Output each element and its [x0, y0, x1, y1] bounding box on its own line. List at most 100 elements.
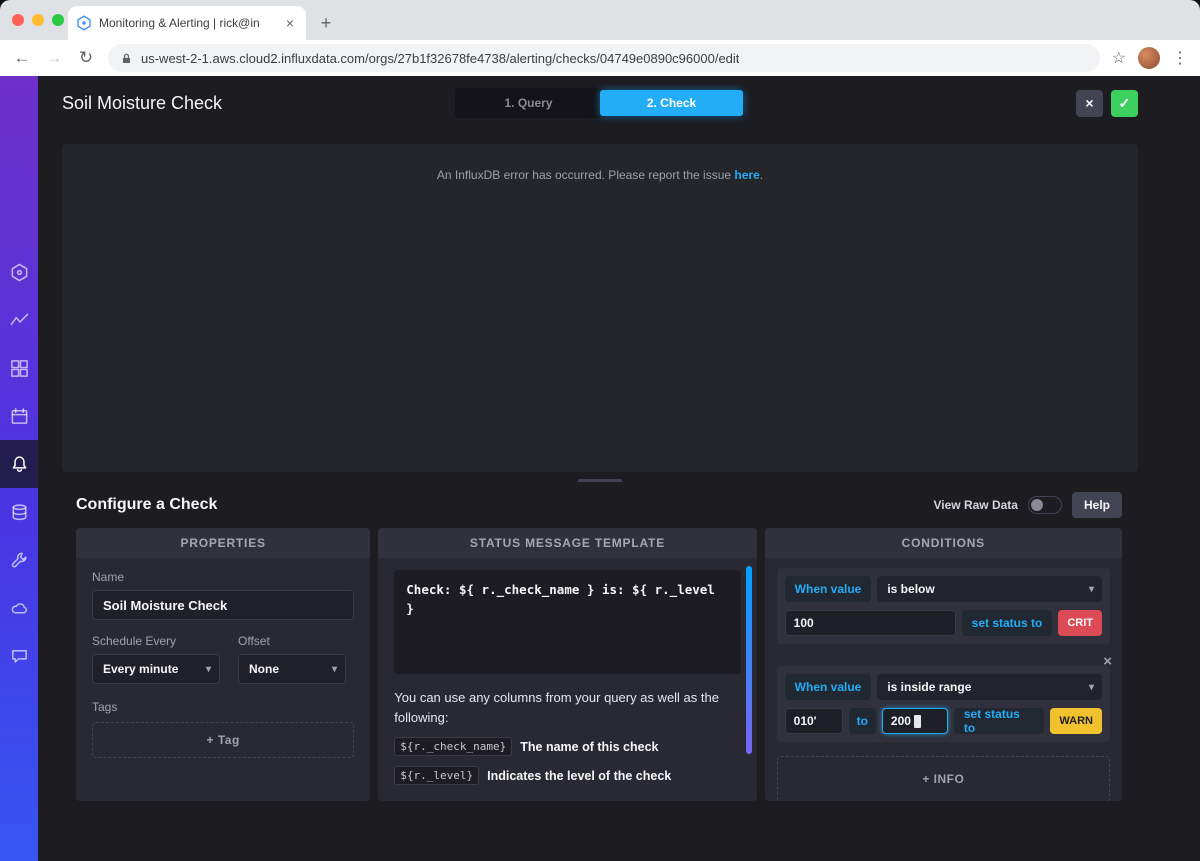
panel-resize-divider — [62, 472, 1138, 488]
range-upper-input[interactable]: 200 — [882, 708, 948, 734]
operator-dropdown[interactable]: is below ▾ — [877, 576, 1102, 602]
range-lower-input[interactable]: 010' — [785, 708, 843, 734]
app-sidebar — [0, 76, 38, 861]
sidebar-item-logo[interactable] — [0, 248, 38, 296]
browser-toolbar: ← → ↻ us-west-2-1.aws.cloud2.influxdata.… — [0, 40, 1200, 76]
operator-dropdown[interactable]: is inside range ▾ — [877, 674, 1102, 700]
name-label: Name — [92, 570, 354, 584]
chevron-down-icon: ▾ — [196, 664, 211, 675]
cancel-button[interactable]: × — [1076, 90, 1103, 117]
set-status-to-button[interactable]: set status to — [962, 610, 1053, 636]
level-var-chip: ${r._level} — [394, 766, 479, 785]
error-message-period: . — [760, 168, 763, 182]
query-visualization-panel: An InfluxDB error has occurred. Please r… — [62, 144, 1138, 472]
tab-close-icon[interactable]: × — [282, 15, 298, 31]
set-status-to-button[interactable]: set status to — [954, 708, 1045, 734]
level-var-desc: Indicates the level of the check — [487, 769, 671, 783]
view-raw-data-toggle[interactable] — [1028, 496, 1062, 514]
influxdb-favicon-icon — [76, 15, 92, 31]
chevron-down-icon: ▾ — [322, 664, 337, 675]
schedule-every-value: Every minute — [103, 662, 178, 676]
sidebar-item-load-data[interactable] — [0, 488, 38, 536]
bookmark-star-icon[interactable]: ☆ — [1112, 48, 1126, 68]
browser-menu-icon[interactable]: ⋮ — [1172, 48, 1188, 68]
sidebar-item-settings[interactable] — [0, 536, 38, 584]
conditions-panel-body: When value is below ▾ 100 set status to … — [765, 558, 1122, 801]
header-actions: × ✓ — [1076, 90, 1138, 117]
browser-profile-avatar[interactable] — [1138, 47, 1160, 69]
page-title: Soil Moisture Check — [62, 93, 222, 114]
text-cursor — [914, 715, 921, 728]
tab-title: Monitoring & Alerting | rick@in — [99, 16, 275, 30]
url-text: us-west-2-1.aws.cloud2.influxdata.com/or… — [141, 51, 739, 66]
range-upper-value: 200 — [891, 714, 911, 728]
offset-dropdown[interactable]: None ▾ — [238, 654, 346, 684]
template-help-text: You can use any columns from your query … — [394, 688, 740, 727]
browser-tab[interactable]: Monitoring & Alerting | rick@in × — [68, 6, 306, 40]
status-message-template-panel: STATUS MESSAGE TEMPLATE Check: ${ r._che… — [378, 528, 756, 801]
main-content: Soil Moisture Check 1. Query 2. Check × … — [38, 76, 1200, 861]
properties-panel: PROPERTIES Name Schedule Every Every min… — [76, 528, 370, 801]
error-message: An InfluxDB error has occurred. Please r… — [437, 168, 763, 182]
when-value-button[interactable]: When value — [785, 674, 872, 700]
editor-tab-group: 1. Query 2. Check — [455, 88, 745, 118]
influxdb-app: Soil Moisture Check 1. Query 2. Check × … — [0, 76, 1200, 861]
sidebar-item-tasks[interactable] — [0, 392, 38, 440]
schedule-field: Schedule Every Every minute ▾ — [92, 634, 220, 684]
help-button[interactable]: Help — [1072, 492, 1122, 518]
schedule-offset-row: Schedule Every Every minute ▾ Offset Non… — [92, 634, 354, 684]
template-var-row: ${r._check_name} The name of this check — [394, 737, 740, 756]
panel-scrollbar[interactable] — [746, 566, 752, 754]
tab-check[interactable]: 2. Check — [600, 90, 743, 116]
condition-card-warn: When value is inside range ▾ 010' to 200 — [777, 666, 1110, 742]
address-bar[interactable]: us-west-2-1.aws.cloud2.influxdata.com/or… — [108, 44, 1100, 72]
sidebar-item-cloud[interactable] — [0, 584, 38, 632]
lock-icon — [120, 52, 133, 65]
sidebar-item-data-explorer[interactable] — [0, 296, 38, 344]
check-name-input[interactable] — [92, 590, 354, 620]
status-level-crit-button[interactable]: CRIT — [1058, 610, 1102, 636]
status-message-textarea[interactable]: Check: ${ r._check_name } is: ${ r._leve… — [394, 570, 740, 674]
chevron-down-icon: ▾ — [1089, 682, 1094, 693]
save-check-button[interactable]: ✓ — [1111, 90, 1138, 117]
close-window-button[interactable] — [12, 14, 24, 26]
add-tag-button[interactable]: + Tag — [92, 722, 354, 758]
back-icon[interactable]: ← — [12, 48, 32, 68]
threshold-value-input[interactable]: 100 — [785, 610, 956, 636]
condition-when-row: When value is below ▾ — [785, 576, 1102, 602]
to-label: to — [849, 708, 876, 734]
forward-icon[interactable]: → — [44, 48, 64, 68]
reload-icon[interactable]: ↻ — [76, 48, 96, 68]
properties-panel-body: Name Schedule Every Every minute ▾ Offse… — [76, 558, 370, 801]
configure-title: Configure a Check — [76, 496, 217, 514]
check-name-var-desc: The name of this check — [520, 740, 658, 754]
operator-value: is inside range — [887, 680, 971, 694]
report-issue-link[interactable]: here — [734, 168, 759, 182]
operator-value: is below — [887, 582, 934, 596]
calendar-icon — [10, 407, 29, 426]
graph-icon — [10, 311, 29, 330]
sidebar-item-feedback[interactable] — [0, 632, 38, 680]
add-info-button[interactable]: + INFO — [777, 756, 1110, 801]
influxdb-logo-icon — [10, 263, 29, 282]
new-tab-button[interactable]: + — [312, 9, 340, 37]
zoom-window-button[interactable] — [52, 14, 64, 26]
error-message-text: An InfluxDB error has occurred. Please r… — [437, 168, 734, 182]
resize-handle[interactable] — [578, 479, 622, 482]
configure-panels: PROPERTIES Name Schedule Every Every min… — [76, 528, 1122, 801]
schedule-every-dropdown[interactable]: Every minute ▾ — [92, 654, 220, 684]
database-icon — [10, 503, 29, 522]
when-value-button[interactable]: When value — [785, 576, 872, 602]
chat-bubble-icon — [10, 647, 29, 666]
configure-controls: View Raw Data Help — [934, 492, 1123, 518]
sidebar-item-alerts[interactable] — [0, 440, 38, 488]
cloud-icon — [10, 599, 29, 618]
condition-range-row: 010' to 200 set status to WARN — [785, 708, 1102, 734]
remove-condition-icon[interactable]: × — [1103, 654, 1112, 669]
status-level-warn-button[interactable]: WARN — [1050, 708, 1102, 734]
configure-check-header: Configure a Check View Raw Data Help — [76, 488, 1122, 522]
minimize-window-button[interactable] — [32, 14, 44, 26]
sidebar-item-dashboards[interactable] — [0, 344, 38, 392]
tab-query[interactable]: 1. Query — [457, 90, 600, 116]
chevron-down-icon: ▾ — [1089, 584, 1094, 595]
